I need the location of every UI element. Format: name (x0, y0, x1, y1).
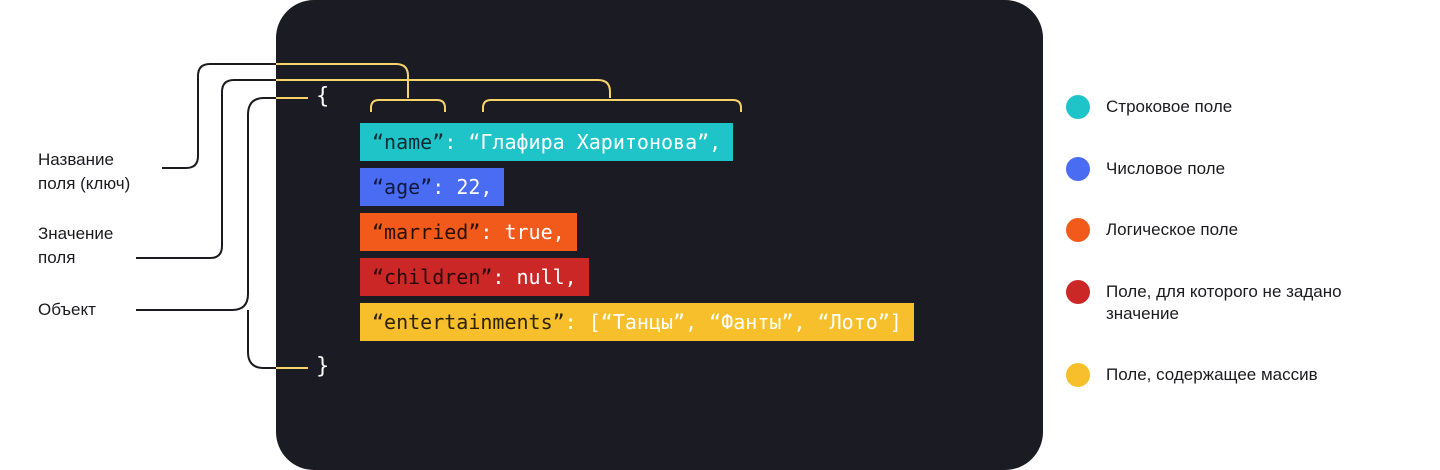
object-bracket (136, 97, 276, 311)
legend-item-array: Поле, содержащее массив (1066, 363, 1406, 387)
boolean-field-line: “married”: true, (360, 213, 577, 251)
field-value: true, (504, 220, 565, 244)
object-label: Объект (38, 300, 96, 319)
field-separator: : (564, 310, 589, 334)
legend-label: Логическое поле (1106, 220, 1239, 239)
legend-item-number: Числовое поле (1066, 157, 1406, 181)
legend-dot (1066, 218, 1090, 242)
legend-item-string: Строковое поле (1066, 95, 1406, 119)
key-name-connector (162, 63, 276, 169)
field-value: 22, (456, 175, 493, 199)
legend-dot (1066, 95, 1090, 119)
object-bracket-lower (247, 310, 276, 369)
field-key: “children” (372, 265, 493, 289)
field-value: null, (516, 265, 577, 289)
string-field-line: “name”: “Глафира Харитонова”, (360, 123, 734, 161)
legend-dot (1066, 157, 1090, 181)
field-value-connector (136, 79, 276, 259)
legend-dot (1066, 280, 1090, 304)
field-key: “age” (372, 175, 433, 199)
legend-label: Поле, для которого не задано значение (1106, 282, 1342, 323)
field-key: “entertainments” (372, 310, 565, 334)
legend-dot (1066, 363, 1090, 387)
field-key: “name” (372, 130, 445, 154)
open-brace: { (316, 84, 330, 109)
legend-label: Поле, содержащее массив (1106, 365, 1318, 384)
field-separator: : (480, 220, 505, 244)
null-field-line: “children”: null, (360, 258, 589, 296)
field-key: “married” (372, 220, 481, 244)
legend-label: Числовое поле (1106, 159, 1226, 178)
field-value: “Глафира Харитонова”, (468, 130, 722, 154)
key-name-label: Название поля (ключ) (38, 150, 131, 193)
field-value: [“Танцы”, “Фанты”, “Лото”] (588, 310, 902, 334)
field-separator: : (444, 130, 469, 154)
close-brace: } (316, 354, 330, 379)
array-field-line: “entertainments”: [“Танцы”, “Фанты”, “Ло… (360, 303, 914, 341)
legend-item-boolean: Логическое поле (1066, 218, 1406, 242)
field-value-label: Значение поля (38, 224, 114, 267)
legend-item-null: Поле, для которого не задано значение (1066, 280, 1416, 325)
field-separator: : (432, 175, 457, 199)
field-separator: : (492, 265, 517, 289)
number-field-line: “age”: 22, (360, 168, 505, 206)
legend-label: Строковое поле (1106, 97, 1233, 116)
